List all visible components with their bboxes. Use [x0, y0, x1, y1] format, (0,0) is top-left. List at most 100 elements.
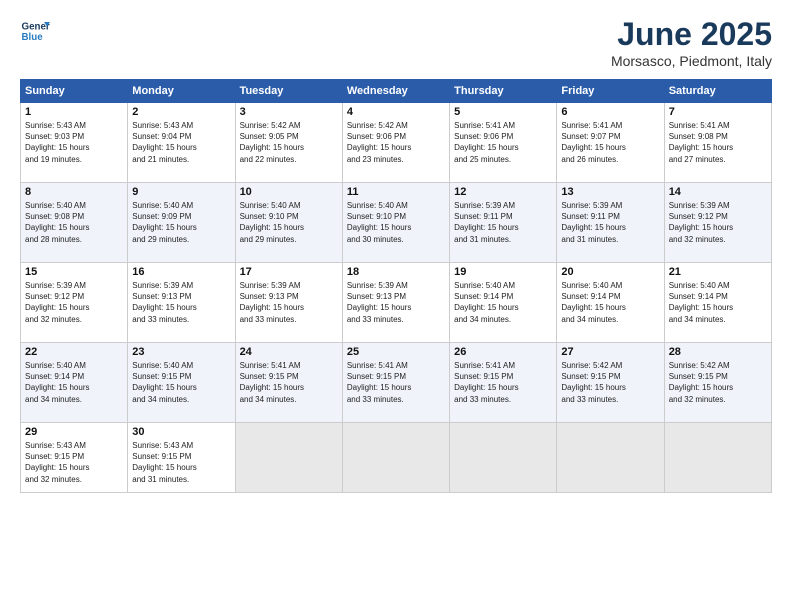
day-number: 21: [669, 266, 767, 278]
calendar-cell: 7Sunrise: 5:41 AM Sunset: 9:08 PM Daylig…: [664, 103, 771, 183]
day-number: 1: [25, 106, 123, 118]
calendar-cell: 10Sunrise: 5:40 AM Sunset: 9:10 PM Dayli…: [235, 183, 342, 263]
day-number: 18: [347, 266, 445, 278]
calendar-week-row: 15Sunrise: 5:39 AM Sunset: 9:12 PM Dayli…: [21, 263, 772, 343]
day-number: 27: [561, 346, 659, 358]
day-number: 26: [454, 346, 552, 358]
day-number: 5: [454, 106, 552, 118]
day-info: Sunrise: 5:43 AM Sunset: 9:04 PM Dayligh…: [132, 120, 230, 165]
day-number: 11: [347, 186, 445, 198]
calendar-cell: 17 Sunrise: 5:39 AM Sunset: 9:13 PM Dayli…: [235, 263, 342, 343]
day-info: Sunrise: 5:42 AM Sunset: 9:15 PM Dayligh…: [561, 360, 659, 405]
day-info: Sunrise: 5:39 AM Sunset: 9:11 PM Dayligh…: [561, 200, 659, 245]
col-monday: Monday: [128, 80, 235, 103]
calendar-header-row: Sunday Monday Tuesday Wednesday Thursday…: [21, 80, 772, 103]
day-info: Sunrise: 5:40 AM Sunset: 9:14 PM Dayligh…: [454, 280, 552, 325]
calendar-subtitle: Morsasco, Piedmont, Italy: [611, 53, 772, 69]
day-number: 16: [132, 266, 230, 278]
day-number: 8: [25, 186, 123, 198]
day-number: 17: [240, 266, 338, 278]
day-number: 22: [25, 346, 123, 358]
day-info: Sunrise: 5:43 AM Sunset: 9:15 PM Dayligh…: [132, 440, 230, 485]
day-info: Sunrise: 5:40 AM Sunset: 9:09 PM Dayligh…: [132, 200, 230, 245]
day-number: 2: [132, 106, 230, 118]
calendar-table: Sunday Monday Tuesday Wednesday Thursday…: [20, 79, 772, 493]
calendar-cell: 25 Sunrise: 5:41 AM Sunset: 9:15 PM Dayli…: [342, 343, 449, 423]
calendar-body: 1Sunrise: 5:43 AM Sunset: 9:03 PM Daylig…: [21, 103, 772, 493]
day-number: 4: [347, 106, 445, 118]
day-info: Sunrise: 5:39 AM Sunset: 9:13 PM Dayligh…: [132, 280, 230, 325]
title-area: June 2025 Morsasco, Piedmont, Italy: [611, 16, 772, 69]
col-thursday: Thursday: [450, 80, 557, 103]
day-info: Sunrise: 5:41 AM Sunset: 9:15 PM Dayligh…: [454, 360, 552, 405]
day-number: 25: [347, 346, 445, 358]
day-info: Sunrise: 5:40 AM Sunset: 9:10 PM Dayligh…: [347, 200, 445, 245]
calendar-cell: 11 Sunrise: 5:40 AM Sunset: 9:10 PM Dayli…: [342, 183, 449, 263]
col-sunday: Sunday: [21, 80, 128, 103]
page: General Blue General Blue June 2025 Mors…: [0, 0, 792, 612]
day-info: Sunrise: 5:41 AM Sunset: 9:07 PM Dayligh…: [561, 120, 659, 165]
day-number: 29: [25, 426, 123, 438]
calendar-cell: 13Sunrise: 5:39 AM Sunset: 9:11 PM Dayli…: [557, 183, 664, 263]
day-number: 19: [454, 266, 552, 278]
calendar-cell: 28Sunrise: 5:42 AM Sunset: 9:15 PM Dayli…: [664, 343, 771, 423]
day-info: Sunrise: 5:40 AM Sunset: 9:15 PM Dayligh…: [132, 360, 230, 405]
day-info: Sunrise: 5:39 AM Sunset: 9:12 PM Dayligh…: [669, 200, 767, 245]
col-wednesday: Wednesday: [342, 80, 449, 103]
day-info: Sunrise: 5:42 AM Sunset: 9:05 PM Dayligh…: [240, 120, 338, 165]
day-number: 6: [561, 106, 659, 118]
day-number: 9: [132, 186, 230, 198]
calendar-cell: 3 Sunrise: 5:42 AM Sunset: 9:05 PM Daylig…: [235, 103, 342, 183]
calendar-title: June 2025: [611, 16, 772, 53]
calendar-cell: 1Sunrise: 5:43 AM Sunset: 9:03 PM Daylig…: [21, 103, 128, 183]
calendar-cell: 26 Sunrise: 5:41 AM Sunset: 9:15 PM Dayli…: [450, 343, 557, 423]
day-info: Sunrise: 5:42 AM Sunset: 9:15 PM Dayligh…: [669, 360, 767, 405]
svg-text:Blue: Blue: [22, 32, 44, 43]
calendar-cell: [235, 423, 342, 493]
day-number: 10: [240, 186, 338, 198]
day-info: Sunrise: 5:41 AM Sunset: 9:15 PM Dayligh…: [240, 360, 338, 405]
day-info: Sunrise: 5:39 AM Sunset: 9:11 PM Dayligh…: [454, 200, 552, 245]
day-info: Sunrise: 5:40 AM Sunset: 9:08 PM Dayligh…: [25, 200, 123, 245]
day-info: Sunrise: 5:41 AM Sunset: 9:15 PM Dayligh…: [347, 360, 445, 405]
day-number: 3: [240, 106, 338, 118]
col-saturday: Saturday: [664, 80, 771, 103]
calendar-cell: 8 Sunrise: 5:40 AM Sunset: 9:08 PM Daylig…: [21, 183, 128, 263]
calendar-cell: [664, 423, 771, 493]
calendar-cell: 4Sunrise: 5:42 AM Sunset: 9:06 PM Daylig…: [342, 103, 449, 183]
logo: General Blue General Blue: [20, 16, 50, 46]
calendar-cell: 21 Sunrise: 5:40 AM Sunset: 9:14 PM Dayli…: [664, 263, 771, 343]
calendar-cell: [450, 423, 557, 493]
calendar-week-row: 29 Sunrise: 5:43 AM Sunset: 9:15 PM Dayli…: [21, 423, 772, 493]
calendar-week-row: 8 Sunrise: 5:40 AM Sunset: 9:08 PM Daylig…: [21, 183, 772, 263]
day-info: Sunrise: 5:39 AM Sunset: 9:13 PM Dayligh…: [240, 280, 338, 325]
calendar-cell: 22 Sunrise: 5:40 AM Sunset: 9:14 PM Dayli…: [21, 343, 128, 423]
calendar-cell: 19 Sunrise: 5:40 AM Sunset: 9:14 PM Dayli…: [450, 263, 557, 343]
header: General Blue General Blue June 2025 Mors…: [20, 16, 772, 69]
calendar-cell: 15Sunrise: 5:39 AM Sunset: 9:12 PM Dayli…: [21, 263, 128, 343]
calendar-cell: 30 Sunrise: 5:43 AM Sunset: 9:15 PM Dayli…: [128, 423, 235, 493]
day-info: Sunrise: 5:41 AM Sunset: 9:06 PM Dayligh…: [454, 120, 552, 165]
day-info: Sunrise: 5:40 AM Sunset: 9:14 PM Dayligh…: [669, 280, 767, 325]
day-number: 15: [25, 266, 123, 278]
day-number: 24: [240, 346, 338, 358]
calendar-cell: 23 Sunrise: 5:40 AM Sunset: 9:15 PM Dayli…: [128, 343, 235, 423]
calendar-cell: [557, 423, 664, 493]
logo-icon: General Blue: [20, 16, 50, 46]
day-info: Sunrise: 5:40 AM Sunset: 9:14 PM Dayligh…: [25, 360, 123, 405]
day-number: 30: [132, 426, 230, 438]
day-info: Sunrise: 5:41 AM Sunset: 9:08 PM Dayligh…: [669, 120, 767, 165]
calendar-cell: [342, 423, 449, 493]
calendar-cell: 2 Sunrise: 5:43 AM Sunset: 9:04 PM Daylig…: [128, 103, 235, 183]
calendar-cell: 12 Sunrise: 5:39 AM Sunset: 9:11 PM Dayli…: [450, 183, 557, 263]
calendar-cell: 20Sunrise: 5:40 AM Sunset: 9:14 PM Dayli…: [557, 263, 664, 343]
calendar-cell: 24 Sunrise: 5:41 AM Sunset: 9:15 PM Dayli…: [235, 343, 342, 423]
col-friday: Friday: [557, 80, 664, 103]
day-number: 20: [561, 266, 659, 278]
calendar-week-row: 1Sunrise: 5:43 AM Sunset: 9:03 PM Daylig…: [21, 103, 772, 183]
day-number: 12: [454, 186, 552, 198]
calendar-cell: 29Sunrise: 5:43 AM Sunset: 9:15 PM Dayli…: [21, 423, 128, 493]
col-tuesday: Tuesday: [235, 80, 342, 103]
calendar-cell: 6 Sunrise: 5:41 AM Sunset: 9:07 PM Daylig…: [557, 103, 664, 183]
day-number: 23: [132, 346, 230, 358]
